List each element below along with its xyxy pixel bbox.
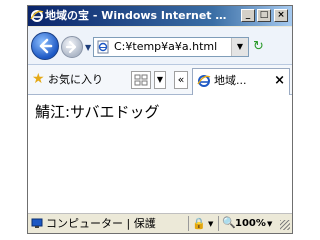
maximize-button[interactable]: □ [257,9,271,22]
address-input[interactable]: C:¥temp¥a¥a.html [114,40,222,54]
tab-list-dropdown-icon[interactable]: ▼ [154,71,166,89]
tab-title: 地域... [214,74,247,87]
quick-tabs-icon [134,74,148,86]
close-button[interactable]: × [274,9,288,22]
status-separator [188,216,189,231]
back-button[interactable] [31,32,59,60]
zoom-level[interactable]: 100% [235,217,266,231]
back-arrow-icon [39,38,53,54]
navigation-bar: ▼ C:¥temp¥a¥a.html ▼ ↻ [28,27,292,65]
favorites-star-icon[interactable]: ★ [32,71,45,87]
forward-button[interactable] [61,36,83,58]
page-icon [97,40,109,54]
quick-tabs-button[interactable] [131,71,151,89]
window-title: 地域の宝 - Windows Internet Explorer [45,9,229,22]
status-separator [218,216,219,231]
address-bar[interactable]: C:¥temp¥a¥a.html ▼ [93,37,249,57]
history-dropdown-icon[interactable]: ▼ [85,43,91,52]
computer-zone-icon [31,218,43,228]
ie-logo-icon [30,10,44,22]
page-content: 鯖江:サバエドッグ [28,95,292,213]
status-bar: コンピューター | 保護 🔒 ▼ 🔍 100% ▼ [28,213,292,233]
security-zone-text: コンピューター | 保護 [46,217,156,230]
favorites-bar: ★ お気に入り ▼ « 地域... × [28,65,292,95]
tab-scroll-left-button[interactable]: « [174,71,188,89]
title-bar[interactable]: 地域の宝 - Windows Internet Explorer _ □ × [28,6,292,26]
tab-active[interactable]: 地域... × [192,68,290,95]
minimize-button[interactable]: _ [241,9,255,22]
tab-close-icon[interactable]: × [274,73,285,89]
page-text: 鯖江:サバエドッグ [35,103,160,121]
zoom-icon[interactable]: 🔍 [222,216,236,230]
resize-grip[interactable] [280,220,290,230]
forward-arrow-icon [65,40,77,54]
refresh-icon[interactable]: ↻ [253,38,269,56]
ie-page-icon [197,75,211,87]
security-dropdown-icon[interactable]: ▼ [208,218,213,230]
address-dropdown-icon[interactable]: ▼ [231,38,248,56]
zoom-dropdown-icon[interactable]: ▼ [267,218,272,230]
favorites-button[interactable]: お気に入り [48,73,103,87]
browser-window: 地域の宝 - Windows Internet Explorer _ □ × ▼… [27,5,293,234]
security-settings-icon[interactable]: 🔒 [192,217,206,231]
